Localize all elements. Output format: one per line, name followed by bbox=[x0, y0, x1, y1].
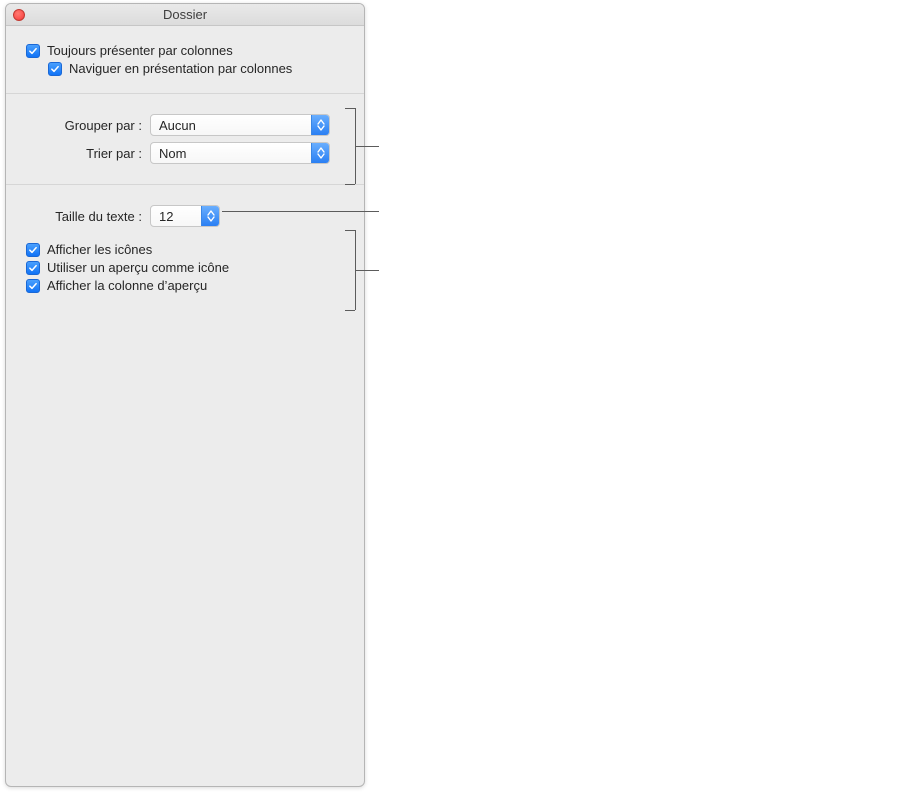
titlebar[interactable]: Dossier bbox=[6, 4, 364, 26]
content-area: Toujours présenter par colonnes Naviguer… bbox=[6, 26, 364, 310]
always-columns-label: Toujours présenter par colonnes bbox=[47, 43, 233, 58]
callout-bracket bbox=[345, 184, 355, 185]
close-icon[interactable] bbox=[13, 9, 25, 21]
callout-line bbox=[355, 270, 379, 271]
text-size-row: Taille du texte : 12 bbox=[26, 205, 344, 227]
section-group-sort: Grouper par : Aucun Trier par : Nom bbox=[6, 93, 364, 184]
section-columns-pref: Toujours présenter par colonnes Naviguer… bbox=[6, 26, 364, 93]
view-options-window: Dossier Toujours présenter par colonnes … bbox=[5, 3, 365, 787]
sort-by-label: Trier par : bbox=[26, 146, 150, 161]
checkbox-browse-columns-row[interactable]: Naviguer en présentation par colonnes bbox=[26, 61, 344, 76]
updown-icon[interactable] bbox=[201, 206, 219, 226]
group-by-select[interactable]: Aucun bbox=[150, 114, 330, 136]
updown-icon[interactable] bbox=[311, 143, 329, 163]
text-size-value: 12 bbox=[151, 209, 173, 224]
show-icons-label: Afficher les icônes bbox=[47, 242, 152, 257]
checkbox-checked-icon[interactable] bbox=[48, 62, 62, 76]
checkbox-checked-icon[interactable] bbox=[26, 243, 40, 257]
preview-column-label: Afficher la colonne d’aperçu bbox=[47, 278, 207, 293]
checkbox-preview-as-icon-row[interactable]: Utiliser un aperçu comme icône bbox=[26, 260, 344, 275]
callout-bracket bbox=[345, 108, 355, 109]
sort-by-select[interactable]: Nom bbox=[150, 142, 330, 164]
browse-columns-label: Naviguer en présentation par colonnes bbox=[69, 61, 292, 76]
callout-bracket bbox=[345, 230, 355, 231]
text-size-label: Taille du texte : bbox=[26, 209, 150, 224]
callout-line bbox=[355, 146, 379, 147]
callout-bracket bbox=[345, 310, 355, 311]
updown-icon[interactable] bbox=[311, 115, 329, 135]
window-title: Dossier bbox=[163, 7, 207, 22]
callout-line bbox=[222, 211, 379, 212]
sort-by-row: Trier par : Nom bbox=[26, 142, 344, 164]
section-text-and-show: Taille du texte : 12 Afficher les icônes bbox=[6, 184, 364, 310]
checkbox-checked-icon[interactable] bbox=[26, 279, 40, 293]
checkbox-checked-icon[interactable] bbox=[26, 261, 40, 275]
preview-as-icon-label: Utiliser un aperçu comme icône bbox=[47, 260, 229, 275]
group-by-label: Grouper par : bbox=[26, 118, 150, 133]
checkbox-checked-icon[interactable] bbox=[26, 44, 40, 58]
sort-by-value: Nom bbox=[151, 146, 186, 161]
group-by-row: Grouper par : Aucun bbox=[26, 114, 344, 136]
checkbox-show-icons-row[interactable]: Afficher les icônes bbox=[26, 242, 344, 257]
checkbox-always-columns-row[interactable]: Toujours présenter par colonnes bbox=[26, 43, 344, 58]
checkbox-preview-column-row[interactable]: Afficher la colonne d’aperçu bbox=[26, 278, 344, 293]
group-by-value: Aucun bbox=[151, 118, 196, 133]
text-size-select[interactable]: 12 bbox=[150, 205, 220, 227]
